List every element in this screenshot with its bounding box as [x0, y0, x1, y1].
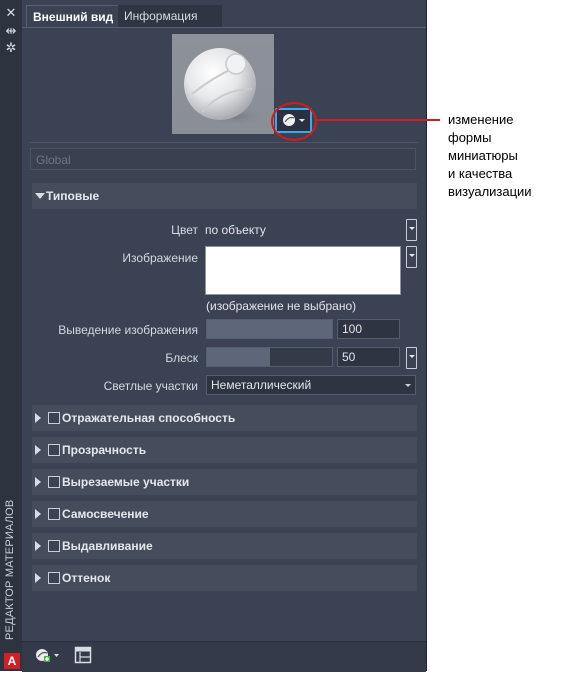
panel-layout-icon — [74, 646, 92, 664]
callout-text: изменение формы миниатюры и качества виз… — [448, 111, 570, 201]
expand-icon — [35, 541, 41, 551]
section-label: Самосвечение — [62, 507, 149, 521]
highlights-select-value: Неметаллический — [211, 378, 312, 392]
section-tint[interactable]: Оттенок — [32, 565, 417, 591]
divider — [30, 142, 418, 143]
collapse-icon — [35, 193, 45, 199]
image-fade-input[interactable]: 100 — [337, 319, 400, 339]
close-icon[interactable]: ✕ — [4, 6, 18, 20]
expand-icon — [35, 413, 41, 423]
section-reflectivity[interactable]: Отражательная способность — [32, 405, 417, 431]
chevron-down-icon — [405, 384, 411, 387]
highlights-select[interactable]: Неметаллический — [206, 375, 416, 395]
glossiness-slider[interactable] — [206, 347, 333, 367]
image-slot[interactable] — [205, 246, 401, 295]
section-checkbox[interactable] — [48, 476, 60, 488]
panel-layout-button[interactable] — [74, 646, 92, 664]
glossiness-dropdown-button[interactable] — [406, 347, 417, 369]
tab-divider — [22, 27, 426, 28]
tab-appearance[interactable]: Внешний вид — [26, 5, 126, 28]
material-preview — [172, 34, 274, 134]
section-self-illumination[interactable]: Самосвечение — [32, 501, 417, 527]
callout-line: изменение — [448, 112, 514, 127]
section-label: Вырезаемые участки — [62, 475, 190, 489]
callout-line: и качества — [448, 166, 513, 181]
section-bump[interactable]: Выдавливание — [32, 533, 417, 559]
callout-line: миниатюры — [448, 148, 518, 163]
glossiness-slider-fill — [207, 348, 270, 366]
section-label: Прозрачность — [62, 443, 147, 457]
sphere-preview-image — [184, 48, 268, 126]
glossiness-label: Блеск — [165, 351, 198, 365]
autohide-icon[interactable]: ⇹ — [4, 24, 18, 38]
expand-icon — [35, 445, 41, 455]
tab-bar: Внешний вид Информация — [22, 5, 426, 28]
tab-information[interactable]: Информация — [118, 5, 222, 27]
callout-pointer-line — [315, 119, 440, 121]
callout-highlight-ring — [271, 102, 317, 141]
section-checkbox[interactable] — [48, 540, 60, 552]
material-name-field[interactable]: Global — [30, 148, 416, 170]
expand-icon — [35, 477, 41, 487]
color-label: Цвет — [171, 223, 198, 237]
section-checkbox[interactable] — [48, 572, 60, 584]
highlights-label: Светлые участки — [103, 379, 198, 393]
section-cutouts[interactable]: Вырезаемые участки — [32, 469, 417, 495]
image-fade-slider-fill — [207, 320, 332, 338]
section-label: Выдавливание — [62, 539, 153, 553]
autocad-logo-icon: A — [4, 653, 20, 669]
section-generic-header[interactable]: Типовые — [32, 183, 417, 209]
section-generic-label: Типовые — [46, 189, 100, 203]
color-value[interactable]: по объекту — [205, 223, 266, 237]
image-caption: (изображение не выбрано) — [206, 299, 357, 313]
create-material-icon — [36, 649, 59, 662]
image-dropdown-button[interactable] — [406, 246, 417, 268]
section-label: Оттенок — [62, 571, 111, 585]
callout-line: формы — [448, 130, 492, 145]
section-checkbox[interactable] — [48, 508, 60, 520]
callout-line: визуализации — [448, 184, 532, 199]
section-checkbox[interactable] — [48, 412, 60, 424]
create-material-button[interactable] — [34, 646, 60, 664]
properties-icon[interactable]: ✲ — [4, 41, 18, 55]
section-checkbox[interactable] — [48, 444, 60, 456]
palette-title-text: РЕДАКТОР МАТЕРИАЛОВ — [4, 499, 16, 640]
color-dropdown-button[interactable] — [406, 219, 417, 241]
expand-icon — [35, 573, 41, 583]
expand-icon — [35, 509, 41, 519]
section-label: Отражательная способность — [62, 411, 236, 425]
image-label: Изображение — [122, 251, 198, 265]
image-fade-label: Выведение изображения — [58, 323, 198, 337]
section-transparency[interactable]: Прозрачность — [32, 437, 417, 463]
glossiness-input[interactable]: 50 — [337, 347, 400, 367]
image-fade-slider[interactable] — [206, 319, 333, 339]
